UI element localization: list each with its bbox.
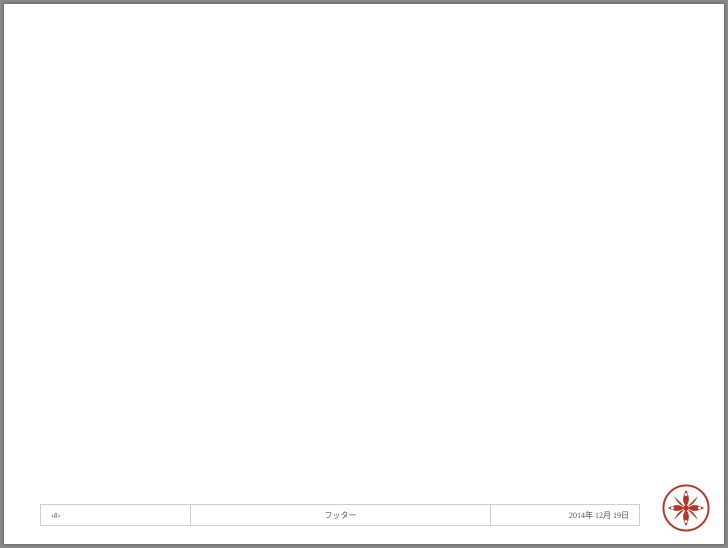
slide-canvas[interactable]: ‹#› フッター 2014年 12月 19日: [4, 4, 724, 544]
red-ornament-seal-icon: [662, 484, 710, 532]
footer-text-field[interactable]: フッター: [190, 504, 490, 526]
footer-date-text: 2014年 12月 19日: [569, 510, 629, 521]
footer-bar: ‹#› フッター 2014年 12月 19日: [40, 504, 640, 526]
footer-center-label: フッター: [325, 510, 357, 521]
page-number-placeholder: ‹#›: [51, 511, 60, 520]
date-field[interactable]: 2014年 12月 19日: [490, 504, 640, 526]
page-number-field[interactable]: ‹#›: [40, 504, 190, 526]
